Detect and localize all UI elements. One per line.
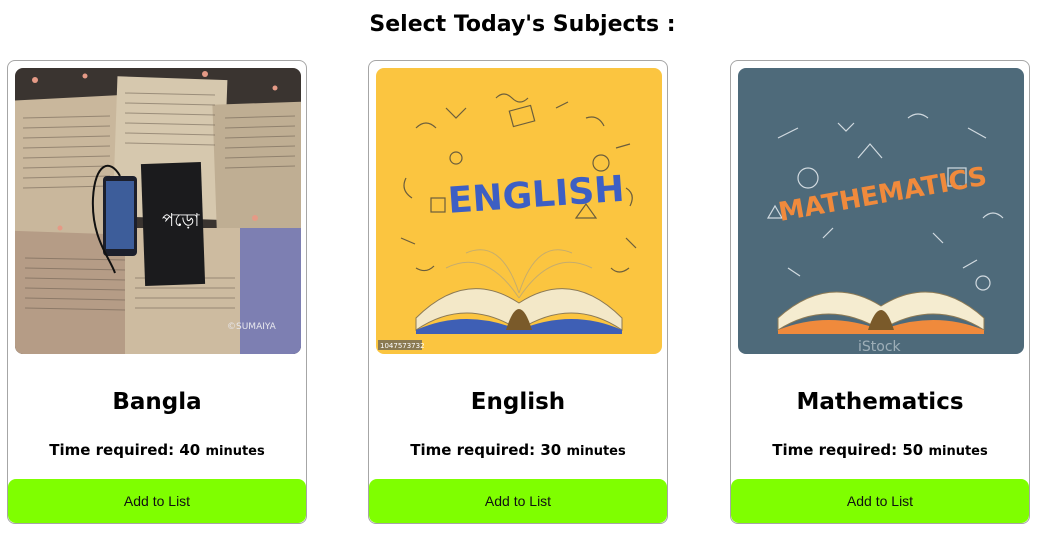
time-required: Time required: 30 minutes bbox=[369, 439, 667, 463]
time-value: 40 bbox=[179, 441, 201, 459]
time-label: Time required: bbox=[772, 441, 898, 459]
time-unit: minutes bbox=[205, 444, 265, 459]
add-to-list-button[interactable]: Add to List bbox=[731, 479, 1029, 523]
image-watermark: iStock bbox=[858, 339, 902, 354]
english-illustration-image: ENGLISH 1047573732 bbox=[376, 68, 662, 354]
time-value: 50 bbox=[902, 441, 924, 459]
time-value: 30 bbox=[540, 441, 562, 459]
time-unit: minutes bbox=[928, 444, 988, 459]
add-to-list-button[interactable]: Add to List bbox=[369, 479, 667, 523]
time-label: Time required: bbox=[410, 441, 536, 459]
time-label: Time required: bbox=[49, 441, 175, 459]
subject-title: Bangla bbox=[112, 389, 202, 415]
time-required: Time required: 50 minutes bbox=[731, 439, 1029, 463]
stock-id: 1047573732 bbox=[380, 342, 425, 350]
subject-card-english: ENGLISH 1047573732 English Time required… bbox=[368, 60, 668, 524]
subject-card-bangla: পড়ো ©SUMAIYA Bangla Time required: 40 m… bbox=[7, 60, 307, 524]
book-cover-text: পড়ো bbox=[162, 210, 200, 231]
bangla-books-image: পড়ো ©SUMAIYA bbox=[15, 68, 301, 354]
time-required: Time required: 40 minutes bbox=[8, 439, 306, 463]
subject-card-mathematics: MATHEMATICS iStock Mathematics Time requ… bbox=[730, 60, 1030, 524]
add-to-list-button[interactable]: Add to List bbox=[8, 479, 306, 523]
time-unit: minutes bbox=[566, 444, 626, 459]
subject-title: English bbox=[470, 389, 566, 415]
image-watermark: ©SUMAIYA bbox=[227, 322, 277, 332]
page-title: Select Today's Subjects : bbox=[369, 12, 676, 37]
mathematics-illustration-image: MATHEMATICS iStock bbox=[738, 68, 1024, 354]
subject-title: Mathematics bbox=[796, 389, 964, 415]
